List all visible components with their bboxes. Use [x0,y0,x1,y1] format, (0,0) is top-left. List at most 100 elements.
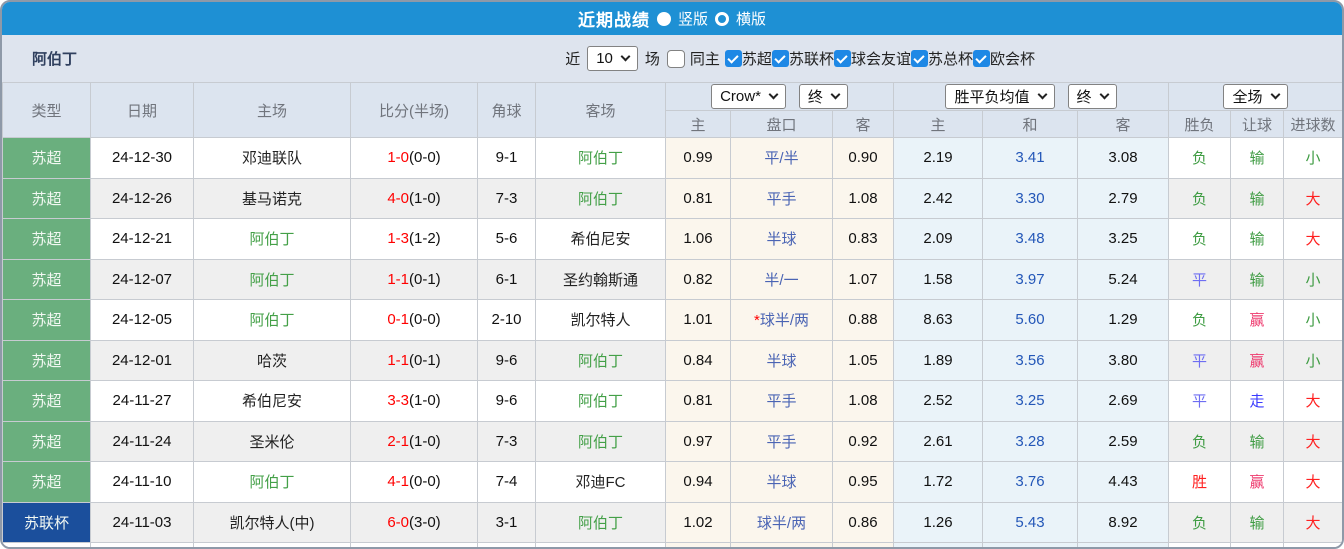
league-badge: 苏超 [3,178,91,219]
odds-away: 2.79 [1078,178,1169,219]
match-count-select[interactable]: 10 [587,46,638,71]
ah-line-text: 半/一 [764,272,798,289]
halftime-score: (0-1) [409,271,441,288]
same-home-label[interactable]: 同主 [690,48,720,69]
radio-horizontal-unselected[interactable] [715,12,729,26]
odds-away: 3.80 [1078,340,1169,381]
corner-score: 9-6 [478,340,536,381]
odds-home: 2.61 [894,421,983,462]
league-filter-label[interactable]: 苏联杯 [789,48,834,69]
odds-draw: 3.56 [983,340,1078,381]
away-team[interactable]: 希伯尼安 [536,219,666,260]
col-header-odds-draw: 和 [983,111,1078,138]
league-checkbox-1[interactable] [772,50,789,67]
radio-horizontal-label[interactable]: 横版 [736,8,766,29]
ah-line-text: 球半/两 [760,312,809,329]
col-header-date: 日期 [91,83,194,138]
match-row: 苏超24-12-01哈茨1-1(0-1)9-6阿伯丁0.84半球1.051.89… [3,340,1343,381]
league-badge: 苏超 [3,259,91,300]
league-filter-label[interactable]: 苏超 [742,48,772,69]
home-team[interactable]: 哈茨 [194,340,351,381]
home-team[interactable]: 基马诺克 [194,178,351,219]
league-checkbox-2[interactable] [834,50,851,67]
handicap-result-cell: 输 [1231,259,1284,300]
fulltime-score: 1-1 [387,271,409,288]
match-score: 1-3(1-2) [351,219,478,260]
odds-avg-select[interactable]: 胜平负均值 [945,84,1054,109]
away-team[interactable]: 阿伯丁 [536,502,666,543]
away-team[interactable]: 阿伯丁 [536,381,666,422]
away-team[interactable]: 圣约翰斯通 [536,259,666,300]
ah-away-odds: 0.83 [833,219,894,260]
same-home-checkbox[interactable] [667,50,685,68]
league-filter-label[interactable]: 球会友谊 [851,48,911,69]
ah-home-odds: 0.82 [666,259,731,300]
ah-home-odds: 1.01 [666,300,731,341]
bookmaker-period-select[interactable]: 终 [799,84,848,109]
ah-home-odds: 1.02 [666,502,731,543]
odds-draw: 3.41 [983,138,1078,179]
halftime-score: (0-0) [409,473,441,490]
halftime-score: (1-0) [409,190,441,207]
radio-vertical-label[interactable]: 竖版 [678,8,708,29]
odds-period-select[interactable]: 终 [1068,84,1117,109]
odds-away: 3.08 [1078,138,1169,179]
home-team[interactable]: 阿伯丁 [194,300,351,341]
chevron-down-icon [620,52,630,62]
scope-select[interactable]: 全场 [1223,84,1287,109]
result-cell: 负 [1169,502,1231,543]
filler-cell [1231,543,1284,549]
league-checkbox-4[interactable] [973,50,990,67]
away-team[interactable]: 阿伯丁 [536,340,666,381]
halftime-score: (0-0) [409,149,441,166]
home-team[interactable]: 圣米伦 [194,421,351,462]
corner-score: 7-4 [478,462,536,503]
filler-cell [731,543,833,549]
match-date: 24-11-10 [91,462,194,503]
league-checkbox-0[interactable] [725,50,742,67]
halftime-score: (0-0) [409,311,441,328]
match-row: 苏超24-12-30邓迪联队1-0(0-0)9-1阿伯丁0.99平/半0.902… [3,138,1343,179]
ah-line-text: 半球 [766,353,796,370]
away-team[interactable]: 凯尔特人 [536,300,666,341]
ah-line: 平手 [731,421,833,462]
fulltime-score: 1-1 [387,352,409,369]
goals-cell: 大 [1284,462,1343,503]
home-team[interactable]: 希伯尼安 [194,381,351,422]
chevron-down-icon [830,90,840,100]
match-score: 3-3(1-0) [351,381,478,422]
ah-home-odds: 0.81 [666,178,731,219]
home-team[interactable]: 凯尔特人(中) [194,502,351,543]
ah-home-odds: 0.81 [666,381,731,422]
odds-draw: 5.60 [983,300,1078,341]
ah-line: 平手 [731,381,833,422]
league-filter-label[interactable]: 苏总杯 [928,48,973,69]
filler-cell [1284,543,1343,549]
away-team[interactable]: 邓迪FC [536,462,666,503]
corner-score: 7-3 [478,421,536,462]
league-badge: 苏超 [3,300,91,341]
bookmaker-select[interactable]: Crow* [711,84,786,109]
league-checkbox-3[interactable] [911,50,928,67]
home-team[interactable]: 阿伯丁 [194,259,351,300]
odds-draw: 5.43 [983,502,1078,543]
odds-home: 1.72 [894,462,983,503]
odds-period-value: 终 [1077,86,1092,107]
league-filter-label[interactable]: 欧会杯 [990,48,1035,69]
corner-score: 6-1 [478,259,536,300]
ah-line: 球半/两 [731,502,833,543]
titlebar: 近期战绩 竖版 横版 [2,2,1342,35]
away-team[interactable]: 阿伯丁 [536,421,666,462]
match-date: 24-11-24 [91,421,194,462]
radio-vertical-selected[interactable] [657,12,671,26]
filler-cell [666,543,731,549]
home-team[interactable]: 阿伯丁 [194,462,351,503]
match-row: 苏超24-12-07阿伯丁1-1(0-1)6-1圣约翰斯通0.82半/一1.07… [3,259,1343,300]
home-team[interactable]: 阿伯丁 [194,219,351,260]
odds-draw: 3.25 [983,381,1078,422]
away-team[interactable]: 阿伯丁 [536,178,666,219]
col-header-goals: 进球数 [1284,111,1343,138]
recent-results-widget: 近期战绩 竖版 横版 阿伯丁 近 10 场 同主 苏超苏联杯球会友谊苏总杯欧会杯 [0,0,1344,549]
away-team[interactable]: 阿伯丁 [536,138,666,179]
home-team[interactable]: 邓迪联队 [194,138,351,179]
